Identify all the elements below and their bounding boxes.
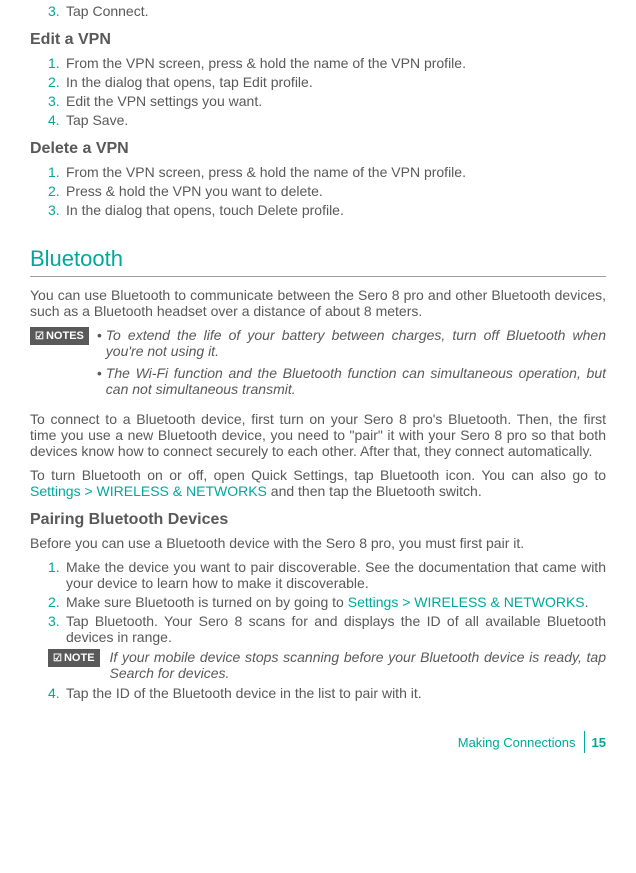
note-text: To extend the life of your battery betwe…	[106, 327, 606, 359]
list-item: 1. From the VPN screen, press & hold the…	[30, 164, 606, 180]
step-number: 3.	[48, 202, 66, 218]
body-text: To turn Bluetooth on or off, open Quick …	[30, 467, 606, 499]
note-item: • To extend the life of your battery bet…	[97, 327, 606, 359]
step-text: Tap the ID of the Bluetooth device in th…	[66, 685, 606, 701]
footer-divider	[584, 731, 585, 753]
step-number: 1.	[48, 164, 66, 180]
step-number: 4.	[48, 112, 66, 128]
step-number: 3.	[48, 613, 66, 645]
settings-path-link: Settings > WIRELESS & NETWORKS	[30, 483, 267, 499]
step-text: In the dialog that opens, touch Delete p…	[66, 202, 606, 218]
list-item: 4. Tap Save.	[30, 112, 606, 128]
heading-pairing: Pairing Bluetooth Devices	[30, 511, 606, 529]
heading-delete-vpn: Delete a VPN	[30, 140, 606, 158]
list-item: 1. Make the device you want to pair disc…	[30, 559, 606, 591]
list-item: 2. In the dialog that opens, tap Edit pr…	[30, 74, 606, 90]
note-label: NOTE	[48, 649, 100, 667]
list-item: 4. Tap the ID of the Bluetooth device in…	[30, 685, 606, 701]
list-item: 3. Edit the VPN settings you want.	[30, 93, 606, 109]
step-number: 4.	[48, 685, 66, 701]
note-block: NOTE If your mobile device stops scannin…	[48, 649, 606, 681]
step-text: In the dialog that opens, tap Edit profi…	[66, 74, 606, 90]
notes-label: NOTES	[30, 327, 89, 345]
list-item: 3. In the dialog that opens, touch Delet…	[30, 202, 606, 218]
note-text: The Wi-Fi function and the Bluetooth fun…	[106, 365, 606, 397]
step-text: Make sure Bluetooth is turned on by goin…	[66, 594, 606, 610]
step-number: 2.	[48, 183, 66, 199]
list-item: 3. Tap Connect.	[30, 3, 606, 19]
step-text: From the VPN screen, press & hold the na…	[66, 164, 606, 180]
step-text: Edit the VPN settings you want.	[66, 93, 606, 109]
step-text: Press & hold the VPN you want to delete.	[66, 183, 606, 199]
list-item: 3. Tap Bluetooth. Your Sero 8 scans for …	[30, 613, 606, 645]
text-fragment: and then tap the Bluetooth switch.	[267, 483, 482, 499]
step-number: 2.	[48, 594, 66, 610]
page-footer: Making Connections 15	[30, 731, 606, 753]
footer-page-number: 15	[592, 735, 606, 750]
body-text: To connect to a Bluetooth device, first …	[30, 411, 606, 459]
step-text: Make the device you want to pair discove…	[66, 559, 606, 591]
body-text: You can use Bluetooth to communicate bet…	[30, 287, 606, 319]
list-item: 1. From the VPN screen, press & hold the…	[30, 55, 606, 71]
settings-path-link: Settings > WIRELESS & NETWORKS	[348, 594, 585, 610]
notes-content: • To extend the life of your battery bet…	[97, 327, 606, 403]
bullet-icon: •	[97, 365, 102, 397]
step-number: 1.	[48, 559, 66, 591]
text-fragment: .	[585, 594, 589, 610]
footer-section-title: Making Connections	[458, 735, 576, 750]
list-item: 2. Press & hold the VPN you want to dele…	[30, 183, 606, 199]
note-text: If your mobile device stops scanning bef…	[110, 649, 606, 681]
bullet-icon: •	[97, 327, 102, 359]
step-number: 3.	[48, 93, 66, 109]
step-text: Tap Save.	[66, 112, 606, 128]
text-fragment: To turn Bluetooth on or off, open Quick …	[30, 467, 606, 483]
step-text: Tap Bluetooth. Your Sero 8 scans for and…	[66, 613, 606, 645]
heading-bluetooth: Bluetooth	[30, 246, 606, 277]
step-number: 2.	[48, 74, 66, 90]
step-text: Tap Connect.	[66, 3, 606, 19]
step-number: 3.	[48, 3, 66, 19]
body-text: Before you can use a Bluetooth device wi…	[30, 535, 606, 551]
heading-edit-vpn: Edit a VPN	[30, 31, 606, 49]
step-text: From the VPN screen, press & hold the na…	[66, 55, 606, 71]
note-item: • The Wi-Fi function and the Bluetooth f…	[97, 365, 606, 397]
list-item: 2. Make sure Bluetooth is turned on by g…	[30, 594, 606, 610]
notes-block: NOTES • To extend the life of your batte…	[30, 327, 606, 403]
text-fragment: Make sure Bluetooth is turned on by goin…	[66, 594, 348, 610]
step-number: 1.	[48, 55, 66, 71]
